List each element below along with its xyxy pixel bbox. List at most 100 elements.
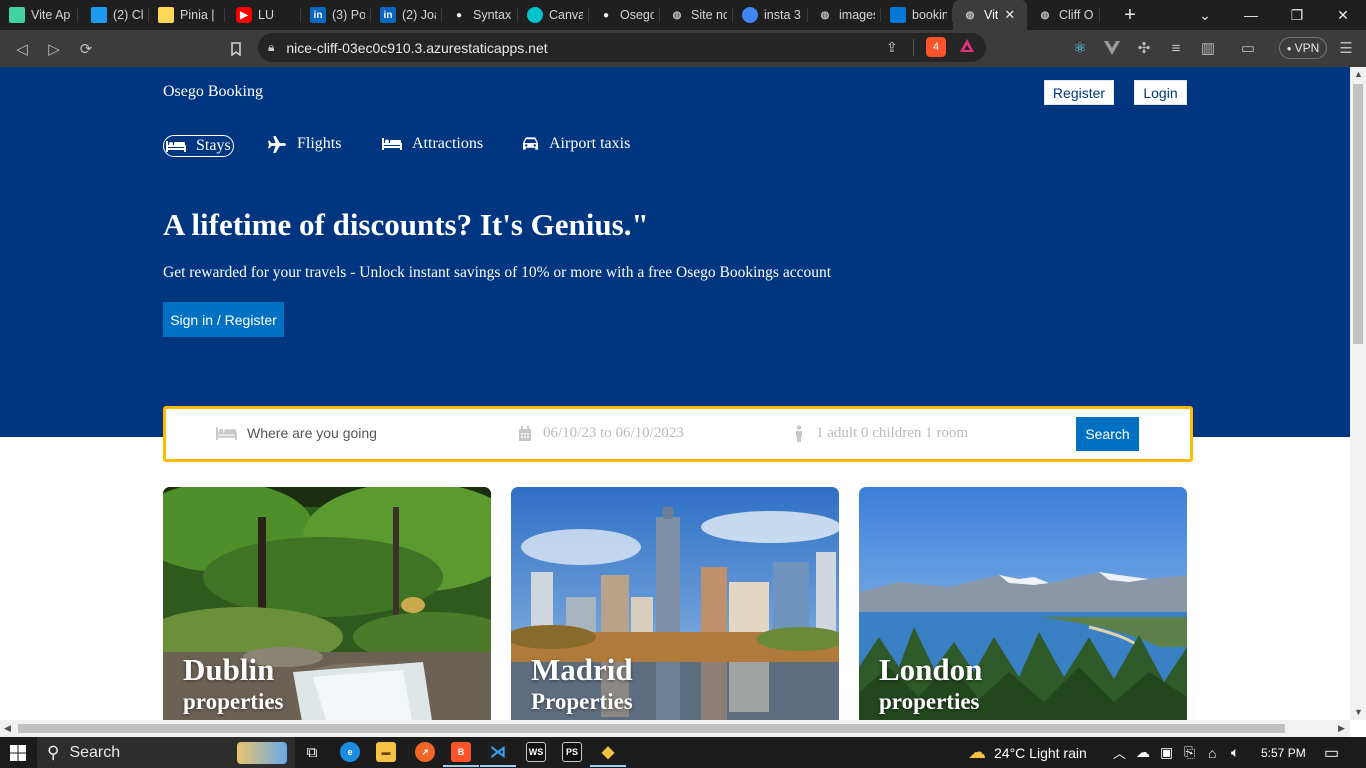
- brand-logo[interactable]: Osego Booking: [163, 83, 263, 101]
- gitkraken-icon[interactable]: ◆: [598, 742, 618, 762]
- brave-icon[interactable]: B: [451, 742, 471, 762]
- card-subtitle: properties: [183, 689, 284, 714]
- browser-tab[interactable]: Canva: [518, 0, 589, 30]
- destination-placeholder: Where are you going: [247, 425, 377, 441]
- volume-icon[interactable]: 🔈︎: [1231, 737, 1239, 768]
- minimize-button[interactable]: —: [1228, 0, 1274, 30]
- destination-card-london[interactable]: London properties: [859, 487, 1187, 720]
- clipboard-icon[interactable]: ⎘: [1184, 737, 1195, 768]
- destination-card-madrid[interactable]: Madrid Properties: [511, 487, 839, 720]
- browser-tab[interactable]: ● Syntax: [442, 0, 518, 30]
- nav-item-attractions[interactable]: Attractions: [382, 135, 483, 153]
- sidebar-icon[interactable]: ▥: [1192, 32, 1224, 64]
- vscode-icon[interactable]: ⋊: [488, 742, 508, 762]
- bookmark-icon[interactable]: [220, 33, 252, 65]
- back-icon[interactable]: ◁: [6, 33, 38, 65]
- guests-field[interactable]: 1 adult 0 children 1 room: [794, 425, 968, 442]
- playlist-icon[interactable]: ≡: [1160, 32, 1192, 64]
- vertical-scrollbar[interactable]: ▲ ▼: [1350, 67, 1366, 720]
- vpn-button[interactable]: ● VPN: [1279, 37, 1327, 59]
- share-icon[interactable]: ⇪: [886, 39, 898, 56]
- phpstorm-icon[interactable]: PS: [562, 742, 582, 762]
- vue-devtools-icon[interactable]: [1096, 32, 1128, 64]
- scroll-down-icon[interactable]: ▼: [1354, 707, 1363, 717]
- file-explorer-icon[interactable]: ▬: [376, 742, 396, 762]
- search-icon: ⚲: [47, 742, 60, 762]
- wallet-icon[interactable]: ▭: [1232, 32, 1264, 64]
- destination-card-dublin[interactable]: Dublin properties: [163, 487, 491, 720]
- date-field[interactable]: 06/10/23 to 06/10/2023: [518, 425, 684, 442]
- extensions-icon[interactable]: ✣: [1128, 32, 1160, 64]
- postman-icon[interactable]: ↗: [415, 742, 435, 762]
- active-app-indicator: [443, 765, 479, 767]
- card-city: Madrid: [531, 652, 633, 687]
- browser-tab[interactable]: Vite Ap: [0, 0, 78, 30]
- clock[interactable]: 5:57 PM: [1261, 737, 1306, 768]
- browser-tab[interactable]: ▶ LU: [227, 0, 301, 30]
- camera-icon[interactable]: ▣: [1160, 737, 1173, 768]
- login-button[interactable]: Login: [1134, 80, 1187, 105]
- maximize-button[interactable]: ❐: [1274, 0, 1320, 30]
- nav-item-airport-taxis[interactable]: Airport taxis: [522, 135, 630, 153]
- scroll-up-icon[interactable]: ▲: [1354, 69, 1363, 79]
- close-window-button[interactable]: ✕: [1320, 0, 1366, 30]
- windows-start-icon[interactable]: [0, 737, 36, 768]
- calendar-icon: [519, 425, 531, 441]
- scroll-thumb[interactable]: [1353, 84, 1363, 344]
- notifications-icon[interactable]: ▭: [1324, 737, 1339, 768]
- menu-icon[interactable]: ☰: [1330, 32, 1362, 64]
- card-subtitle: properties: [879, 689, 980, 714]
- bed-icon: [216, 426, 237, 440]
- card-city: Dublin: [183, 652, 275, 687]
- address-bar[interactable]: 🔒︎ nice-cliff-03ec0c910.3.azurestaticapp…: [258, 33, 986, 62]
- forward-icon[interactable]: ▷: [38, 33, 70, 65]
- browser-tab[interactable]: in (2) Joa: [371, 0, 442, 30]
- browser-tab[interactable]: ◍ images: [808, 0, 881, 30]
- nav-label: Attractions: [412, 135, 484, 152]
- reload-icon[interactable]: ⟳: [70, 33, 102, 65]
- webstorm-icon[interactable]: WS: [526, 742, 546, 762]
- browser-tab[interactable]: in (3) Pos: [301, 0, 371, 30]
- browser-tab[interactable]: ● Osego: [589, 0, 660, 30]
- tab-search-icon[interactable]: ⌄: [1182, 0, 1228, 30]
- destination-field[interactable]: Where are you going: [216, 425, 377, 441]
- browser-tab[interactable]: Pinia |: [149, 0, 225, 30]
- globe-icon: ◍: [965, 9, 975, 21]
- tab-title: Syntax: [473, 8, 512, 22]
- browser-tab[interactable]: bookin: [881, 0, 953, 30]
- onedrive-icon[interactable]: ☁: [1136, 737, 1150, 768]
- browser-tab[interactable]: (2) Clif: [82, 0, 149, 30]
- weather-widget[interactable]: ☁ 24°C Light rain: [968, 737, 1087, 768]
- tab-separator: [224, 8, 225, 22]
- globe-icon: ◍: [820, 9, 830, 21]
- show-hidden-icons[interactable]: ︿: [1113, 737, 1126, 768]
- taskbar-search[interactable]: ⚲ Search: [37, 737, 295, 768]
- network-icon[interactable]: ⌂: [1208, 737, 1216, 768]
- github-icon: ●: [602, 9, 610, 21]
- browser-tab[interactable]: insta 3: [733, 0, 808, 30]
- register-button[interactable]: Register: [1044, 80, 1114, 105]
- browser-tab[interactable]: ◍ Cliff O: [1028, 0, 1100, 30]
- signin-register-button[interactable]: Sign in / Register: [163, 302, 284, 337]
- brave-shields-icon[interactable]: 4: [926, 37, 946, 57]
- scroll-thumb[interactable]: [18, 724, 1285, 733]
- browser-tab[interactable]: ◍ Vit ✕: [953, 0, 1027, 30]
- horizontal-scrollbar[interactable]: ◀ ▶: [0, 720, 1350, 737]
- react-devtools-icon[interactable]: ⚛: [1064, 32, 1096, 64]
- nav-item-flights[interactable]: Flights: [268, 135, 341, 153]
- close-tab-icon[interactable]: ✕: [1004, 7, 1015, 23]
- scroll-right-icon[interactable]: ▶: [1338, 723, 1345, 734]
- search-highlight-icon: [237, 742, 287, 764]
- scroll-left-icon[interactable]: ◀: [4, 723, 11, 734]
- search-bar: Where are you going 06/10/23 to 06/10/20…: [163, 406, 1193, 462]
- nav-item-stays[interactable]: Stays: [163, 135, 234, 157]
- active-app-indicator: [480, 765, 516, 767]
- clock-time: 5:57 PM: [1261, 745, 1306, 760]
- task-view-icon[interactable]: ⧉: [300, 737, 324, 768]
- tab-title: Pinia |: [180, 8, 215, 22]
- edge-icon[interactable]: e: [340, 742, 360, 762]
- search-button[interactable]: Search: [1076, 417, 1139, 451]
- browser-tab[interactable]: ◍ Site no: [660, 0, 733, 30]
- new-tab-button[interactable]: +: [1118, 4, 1142, 27]
- brave-rewards-icon[interactable]: [958, 37, 976, 58]
